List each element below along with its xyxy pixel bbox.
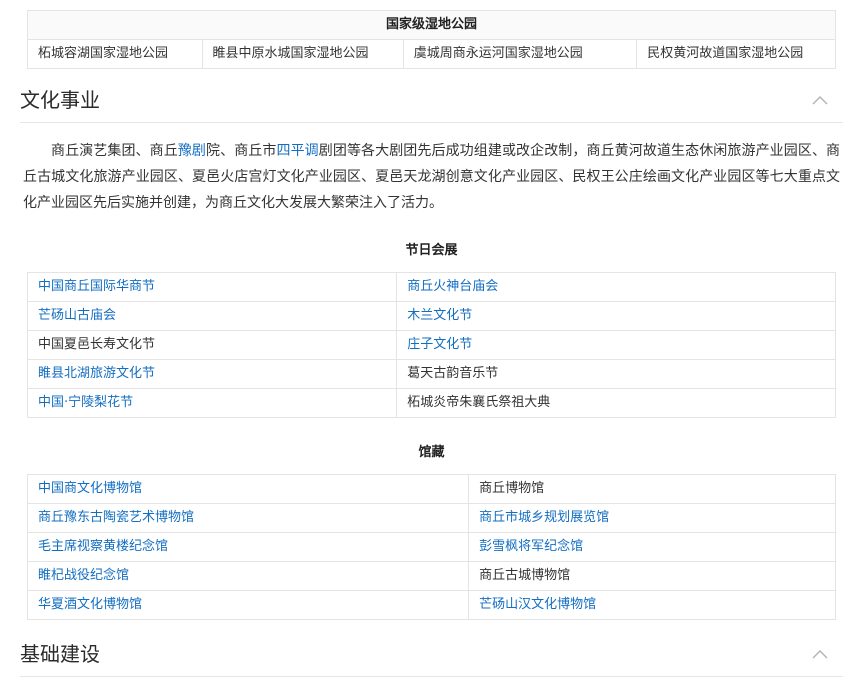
chevron-up-icon	[812, 96, 828, 105]
table-row: 毛主席视察黄楼纪念馆 彭雪枫将军纪念馆	[28, 533, 836, 562]
wetland-cell: 柘城容湖国家湿地公园	[28, 40, 203, 69]
museum-cell-link[interactable]: 彭雪枫将军纪念馆	[469, 533, 836, 562]
museum-cell-link[interactable]: 商丘市城乡规划展览馆	[469, 504, 836, 533]
table-row: 芒砀山古庙会 木兰文化节	[28, 302, 836, 331]
table-row: 中国商丘国际华商节 商丘火神台庙会	[28, 273, 836, 302]
paragraph-text: 院、商丘市	[206, 143, 276, 159]
festival-cell: 柘城炎帝朱襄氏祭祖大典	[397, 389, 836, 418]
collapse-section-button[interactable]	[809, 92, 831, 108]
table-row: 中国夏邑长寿文化节 庄子文化节	[28, 331, 836, 360]
table-row: 中国·宁陵梨花节 柘城炎帝朱襄氏祭祖大典	[28, 389, 836, 418]
section-title-infrastructure: 基础建设	[20, 641, 100, 667]
table-row: 华夏酒文化博物馆 芒砀山汉文化博物馆	[28, 591, 836, 620]
table-row: 商丘豫东古陶瓷艺术博物馆 商丘市城乡规划展览馆	[28, 504, 836, 533]
section-title-culture: 文化事业	[20, 87, 100, 113]
museum-cell-link[interactable]: 华夏酒文化博物馆	[28, 591, 469, 620]
festival-cell-link[interactable]: 芒砀山古庙会	[28, 302, 397, 331]
festival-cell-link[interactable]: 木兰文化节	[397, 302, 836, 331]
festival-table-title: 节日会展	[20, 239, 843, 258]
museum-table: 中国商文化博物馆 商丘博物馆 商丘豫东古陶瓷艺术博物馆 商丘市城乡规划展览馆 毛…	[27, 474, 836, 620]
wetland-cell: 睢县中原水城国家湿地公园	[202, 40, 403, 69]
table-row: 柘城容湖国家湿地公园 睢县中原水城国家湿地公园 虞城周商永运河国家湿地公园 民权…	[28, 40, 836, 69]
festival-cell: 中国夏邑长寿文化节	[28, 331, 397, 360]
inline-link[interactable]: 四平调	[276, 143, 318, 159]
table-row: 睢县北湖旅游文化节 葛天古韵音乐节	[28, 360, 836, 389]
wetland-cell: 虞城周商永运河国家湿地公园	[403, 40, 637, 69]
museum-cell-link[interactable]: 中国商文化博物馆	[28, 475, 469, 504]
festival-cell-link[interactable]: 睢县北湖旅游文化节	[28, 360, 397, 389]
museum-cell-link[interactable]: 睢杞战役纪念馆	[28, 562, 469, 591]
table-header-row: 国家级湿地公园	[28, 11, 836, 40]
wetland-cell: 民权黄河故道国家湿地公园	[637, 40, 836, 69]
paragraph-text: 商丘演艺集团、商丘	[51, 143, 178, 159]
festival-cell-link[interactable]: 中国商丘国际华商节	[28, 273, 397, 302]
festival-cell-link[interactable]: 商丘火神台庙会	[397, 273, 836, 302]
culture-section-header: 文化事业	[20, 87, 843, 123]
wetland-table-title: 国家级湿地公园	[28, 11, 836, 40]
festival-table: 中国商丘国际华商节 商丘火神台庙会 芒砀山古庙会 木兰文化节 中国夏邑长寿文化节…	[27, 272, 836, 418]
table-row: 睢杞战役纪念馆 商丘古城博物馆	[28, 562, 836, 591]
festival-cell-link[interactable]: 庄子文化节	[397, 331, 836, 360]
infrastructure-section-header: 基础建设	[20, 641, 843, 677]
festival-cell: 葛天古韵音乐节	[397, 360, 836, 389]
chevron-up-icon	[812, 650, 828, 659]
museum-cell-link[interactable]: 毛主席视察黄楼纪念馆	[28, 533, 469, 562]
wetland-parks-table: 国家级湿地公园 柘城容湖国家湿地公园 睢县中原水城国家湿地公园 虞城周商永运河国…	[27, 10, 836, 69]
museum-table-title: 馆藏	[20, 441, 843, 460]
museum-cell-link[interactable]: 商丘豫东古陶瓷艺术博物馆	[28, 504, 469, 533]
collapse-section-button[interactable]	[809, 646, 831, 662]
table-row: 中国商文化博物馆 商丘博物馆	[28, 475, 836, 504]
museum-cell: 商丘博物馆	[469, 475, 836, 504]
festival-cell-link[interactable]: 中国·宁陵梨花节	[28, 389, 397, 418]
inline-link[interactable]: 豫剧	[178, 143, 206, 159]
museum-cell-link[interactable]: 芒砀山汉文化博物馆	[469, 591, 836, 620]
article-page: 国家级湿地公园 柘城容湖国家湿地公园 睢县中原水城国家湿地公园 虞城周商永运河国…	[0, 0, 863, 685]
museum-cell: 商丘古城博物馆	[469, 562, 836, 591]
culture-paragraph: 商丘演艺集团、商丘豫剧院、商丘市四平调剧团等各大剧团先后成功组建或改企改制，商丘…	[23, 138, 840, 216]
